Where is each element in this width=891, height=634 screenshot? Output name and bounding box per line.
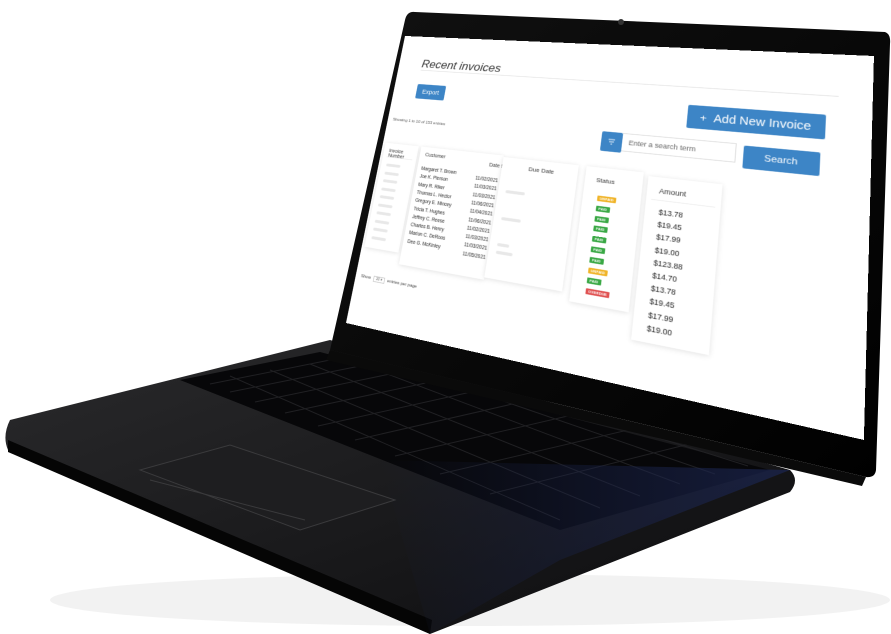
amount-value: $19.45 — [649, 297, 675, 310]
invoice-number-placeholder — [375, 219, 390, 224]
date-value: 11/03/2021 — [465, 234, 489, 243]
invoice-number-placeholder — [380, 195, 395, 200]
status-badge-paid: PAID — [592, 236, 606, 244]
plus-icon: + — [699, 112, 707, 124]
amount-value: $17.99 — [648, 310, 674, 323]
amount-value: $19.00 — [654, 246, 679, 258]
amount-value: $17.99 — [656, 233, 681, 245]
amount-value: $19.00 — [646, 324, 672, 338]
invoice-number-placeholder — [381, 187, 396, 192]
amount-value: $19.45 — [657, 220, 682, 232]
status-badge-paid: PAID — [589, 257, 603, 265]
add-new-invoice-label: Add New Invoice — [713, 112, 811, 132]
per-page-suffix: entries per page — [387, 279, 417, 289]
invoice-number-placeholder — [376, 211, 391, 216]
date-value: 11/03/2021 — [464, 243, 488, 252]
due-date-placeholder — [496, 251, 513, 257]
amount-value: $123.88 — [653, 258, 683, 271]
amount-column: Amount $13.78 $19.45 $17.99 $19.00 $123.88 $1… — [631, 176, 722, 355]
search-button[interactable]: Search — [742, 146, 820, 177]
date-value: 11/03/2021 — [474, 184, 497, 192]
per-page-value: 10 — [375, 277, 380, 282]
invoice-number-placeholder — [371, 236, 386, 241]
search-input[interactable] — [621, 133, 737, 163]
amount-value: $14.70 — [652, 271, 678, 284]
amount-value: $13.78 — [658, 208, 683, 219]
status-badge-unpaid: UNPAID — [588, 267, 608, 276]
customer-name: Dee G. McKinley — [407, 239, 441, 250]
status-badge-paid: PAID — [587, 278, 602, 286]
amount-value: $13.78 — [651, 284, 677, 297]
status-badge-paid: PAID — [591, 246, 605, 254]
due-date-placeholder — [501, 217, 521, 223]
date-value: 11/04/2021 — [469, 209, 493, 217]
status-badge-overdue: OVERDUE — [585, 288, 609, 298]
date-value: 11/06/2021 — [471, 200, 495, 208]
date-value: 11/06/2021 — [468, 217, 492, 226]
date-value: 11/05/2021 — [462, 251, 486, 260]
invoice-number-placeholder — [383, 179, 398, 184]
status-badge-unpaid: UNPAID — [597, 195, 616, 203]
invoice-number-placeholder — [386, 163, 401, 167]
due-date-header: Due Date — [528, 166, 555, 176]
status-badge-paid: PAID — [593, 226, 607, 234]
status-header: Status — [596, 177, 615, 186]
filter-icon — [607, 138, 616, 146]
title-divider — [421, 70, 839, 97]
date-value: 11/02/2021 — [475, 176, 498, 184]
customer-name: Joe K. Pierson — [419, 174, 448, 183]
date-value: 11/02/2021 — [466, 226, 490, 235]
filter-button[interactable] — [600, 131, 623, 153]
status-badge-paid: PAID — [594, 216, 608, 223]
amount-header: Amount — [659, 187, 687, 198]
customer-name: Mary R. Riker — [418, 182, 445, 190]
per-page-control: Show 10 ▾ entries per page — [360, 273, 417, 290]
add-new-invoice-button[interactable]: + Add New Invoice — [686, 105, 826, 140]
due-date-placeholder — [505, 190, 525, 195]
customer-header: Customer — [425, 153, 446, 160]
export-button[interactable]: Export — [415, 84, 446, 101]
status-badge-paid: PAID — [596, 205, 610, 212]
invoice-number-placeholder — [373, 227, 388, 232]
status-column: Status UNPAID PAID PAID PAID PAID PAID PAID UNP… — [569, 166, 644, 312]
invoice-number-header: Invoice Number — [388, 149, 418, 162]
invoice-number-placeholder — [384, 171, 399, 176]
due-date-placeholder — [497, 243, 509, 248]
invoice-number-placeholder — [378, 203, 393, 208]
date-value: 11/03/2021 — [472, 192, 495, 200]
show-label: Show — [361, 274, 372, 280]
header-divider — [651, 199, 715, 208]
per-page-select[interactable]: 10 ▾ — [373, 276, 386, 284]
entries-count: Showing 1 to 10 of 153 entries — [392, 118, 445, 127]
